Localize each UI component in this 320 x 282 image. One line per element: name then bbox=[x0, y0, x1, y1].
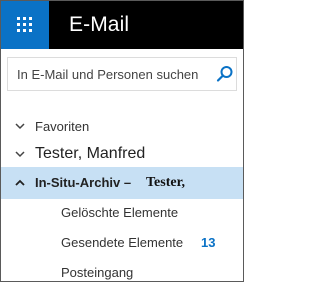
app-launcher-icon bbox=[17, 17, 32, 32]
folder-item[interactable]: Gelöschte Elemente bbox=[1, 199, 243, 227]
folder-item[interactable]: Posteingang bbox=[1, 259, 243, 281]
chevron-down-icon[interactable] bbox=[15, 150, 25, 158]
app-title: E-Mail bbox=[69, 13, 130, 36]
favorites-label: Favoriten bbox=[35, 119, 90, 134]
chevron-down-icon[interactable] bbox=[15, 122, 25, 130]
folder-item[interactable]: Gesendete Elemente 13 bbox=[1, 229, 243, 257]
unread-count: 13 bbox=[201, 235, 216, 250]
chevron-up-icon[interactable] bbox=[15, 179, 25, 187]
search-icon[interactable] bbox=[216, 65, 234, 83]
favorites-header[interactable]: Favoriten bbox=[1, 113, 243, 141]
app-launcher-button[interactable] bbox=[1, 1, 49, 49]
folder-label: Posteingang bbox=[61, 265, 134, 280]
account-label: Tester, Manfred bbox=[35, 145, 146, 162]
folder-label: Gesendete Elemente bbox=[61, 235, 184, 250]
archive-header[interactable]: In-Situ-Archiv – Tester, bbox=[1, 167, 243, 199]
archive-label: In-Situ-Archiv – bbox=[35, 175, 132, 190]
archive-owner-label: Tester, bbox=[146, 175, 186, 190]
account-header[interactable]: Tester, Manfred bbox=[1, 141, 243, 169]
mail-window: E-Mail In E-Mail und Personen suchen Fav… bbox=[0, 0, 244, 282]
search-box[interactable]: In E-Mail und Personen suchen bbox=[7, 57, 237, 91]
folder-label: Gelöschte Elemente bbox=[61, 205, 179, 220]
search-input[interactable]: In E-Mail und Personen suchen bbox=[17, 67, 198, 82]
top-bar: E-Mail bbox=[1, 1, 243, 49]
